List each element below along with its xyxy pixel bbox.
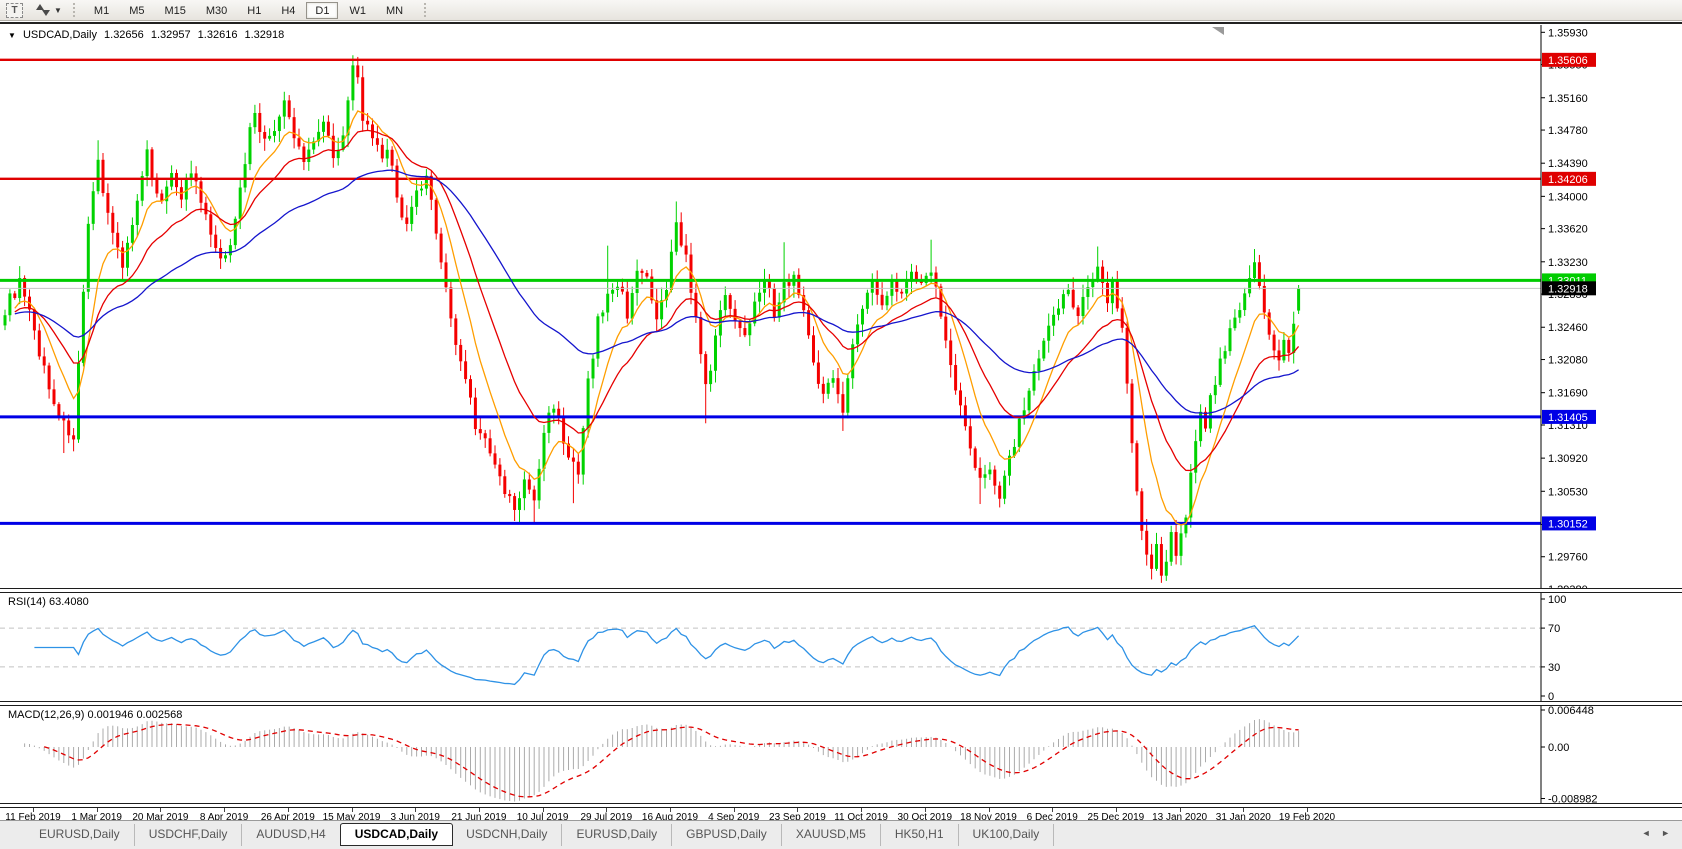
price-axis-label: 1.34780 xyxy=(1548,125,1588,137)
macd-axis-label: 0.00 xyxy=(1548,742,1569,754)
price-axis-label: 1.32460 xyxy=(1548,322,1588,334)
price-axis-label: 1.31690 xyxy=(1548,388,1588,400)
ohlc-high: 1.32957 xyxy=(150,29,191,41)
text-label-tool-icon[interactable]: T xyxy=(6,2,23,18)
price-axis-label: 1.34390 xyxy=(1548,158,1588,170)
rsi-indicator-label: RSI(14) 63.4080 xyxy=(8,596,89,608)
chart-tab-usdcad-3[interactable]: USDCAD,Daily xyxy=(339,823,454,846)
chart-tab-hk50-8[interactable]: HK50,H1 xyxy=(881,824,959,846)
rsi-line xyxy=(34,625,1300,686)
horizontal-level-lines xyxy=(0,58,1541,525)
timeframe-button-h4[interactable]: H4 xyxy=(272,2,304,19)
price-badge: 1.32918 xyxy=(1548,283,1588,295)
price-axis-label: 1.33230 xyxy=(1548,257,1588,269)
rsi-axis-label: 70 xyxy=(1548,623,1560,635)
price-badge: 1.35606 xyxy=(1548,55,1588,67)
timeframe-button-m1[interactable]: M1 xyxy=(85,2,118,19)
chart-tab-bar: EURUSD,Daily USDCHF,Daily AUDUSD,H4 USDCAD,… xyxy=(0,820,1682,849)
price-axis-label: 1.34000 xyxy=(1548,191,1588,203)
ohlc-low: 1.32616 xyxy=(197,29,238,41)
chart-tab-gbpusd-6[interactable]: GBPUSD,Daily xyxy=(672,824,782,846)
toolbar-grip xyxy=(71,2,77,18)
mt4-application: T ▼ M1 M5 M15 M30 H1 H4 D1 W1 MN ▼ USDCAD,Daily … xyxy=(0,0,1682,849)
tab-scroll-left-icon[interactable]: ◄ xyxy=(1642,828,1651,838)
top-toolbar: T ▼ M1 M5 M15 M30 H1 H4 D1 W1 MN xyxy=(0,0,1682,21)
price-axis: 1.359301.355501.351601.347801.343901.340… xyxy=(1540,25,1596,592)
timeframe-button-w1[interactable]: W1 xyxy=(340,2,375,19)
timeframe-button-m5[interactable]: M5 xyxy=(120,2,153,19)
candlestick-series xyxy=(3,55,1301,583)
ohlc-close: 1.32918 xyxy=(244,29,285,41)
rsi-axis-label: 0 xyxy=(1548,691,1554,701)
price-axis-label: 1.32080 xyxy=(1548,355,1588,367)
timeframe-button-mn[interactable]: MN xyxy=(377,2,412,19)
chart-tab-uk100-9[interactable]: UK100,Daily xyxy=(959,824,1055,846)
chart-shift-marker xyxy=(1212,27,1224,35)
chart-window: ▼ USDCAD,Daily 1.32656 1.32957 1.32616 1… xyxy=(0,22,1682,849)
chart-tabs: EURUSD,Daily USDCHF,Daily AUDUSD,H4 USDCAD,… xyxy=(25,823,1055,846)
price-axis-label: 1.35160 xyxy=(1548,93,1588,105)
arrange-arrows-icon[interactable] xyxy=(35,3,51,18)
macd-pane[interactable]: 0.006448 0.00 -0.008982 xyxy=(0,706,1682,803)
macd-axis-label: 0.006448 xyxy=(1548,706,1594,717)
chart-tab-eurusd-5[interactable]: EURUSD,Daily xyxy=(562,824,673,846)
price-axis-label: 1.30530 xyxy=(1548,486,1588,498)
tab-scroll-right-icon[interactable]: ► xyxy=(1661,828,1670,838)
price-axis-label: 1.29760 xyxy=(1548,552,1588,564)
macd-indicator-label: MACD(12,26,9) 0.001946 0.002568 xyxy=(8,709,183,721)
price-badge: 1.34206 xyxy=(1548,174,1588,186)
timeframe-button-m30[interactable]: M30 xyxy=(197,2,236,19)
timeframe-button-group: M1 M5 M15 M30 H1 H4 D1 W1 MN xyxy=(84,1,413,19)
chart-tab-xauusd-7[interactable]: XAUUSD,M5 xyxy=(782,824,881,846)
chart-tab-usdcnh-4[interactable]: USDCNH,Daily xyxy=(452,824,563,846)
chevron-down-icon[interactable]: ▼ xyxy=(54,6,62,15)
rsi-axis-label: 30 xyxy=(1548,662,1560,674)
timeframe-button-d1[interactable]: D1 xyxy=(306,1,339,19)
macd-axis-label: -0.008982 xyxy=(1548,794,1598,803)
chart-tab-audusd-2[interactable]: AUDUSD,H4 xyxy=(242,824,341,846)
symbol-dropdown-icon[interactable]: ▼ xyxy=(8,31,16,40)
timeframe-button-m15[interactable]: M15 xyxy=(155,2,194,19)
chart-title: ▼ USDCAD,Daily 1.32656 1.32957 1.32616 1… xyxy=(8,29,288,41)
price-pane[interactable]: 1.359301.355501.351601.347801.343901.340… xyxy=(0,25,1682,592)
chart-tab-usdchf-1[interactable]: USDCHF,Daily xyxy=(135,824,243,846)
chart-tab-eurusd-0[interactable]: EURUSD,Daily xyxy=(25,824,135,846)
price-badge: 1.30152 xyxy=(1548,518,1588,530)
toolbar-grip xyxy=(423,2,429,18)
rsi-axis-label: 100 xyxy=(1548,594,1566,606)
timeframe-button-h1[interactable]: H1 xyxy=(238,2,270,19)
symbol-period-label: USDCAD,Daily xyxy=(22,29,97,41)
price-axis-label: 1.33620 xyxy=(1548,224,1588,236)
rsi-pane[interactable]: 100 70 30 0 xyxy=(0,593,1682,701)
tab-scroll-arrows: ◄ ► xyxy=(1634,828,1670,838)
price-badge: 1.31405 xyxy=(1548,412,1588,424)
ohlc-open: 1.32656 xyxy=(104,29,144,41)
price-axis-label: 1.30920 xyxy=(1548,453,1588,465)
price-axis-label: 1.35930 xyxy=(1548,27,1588,39)
